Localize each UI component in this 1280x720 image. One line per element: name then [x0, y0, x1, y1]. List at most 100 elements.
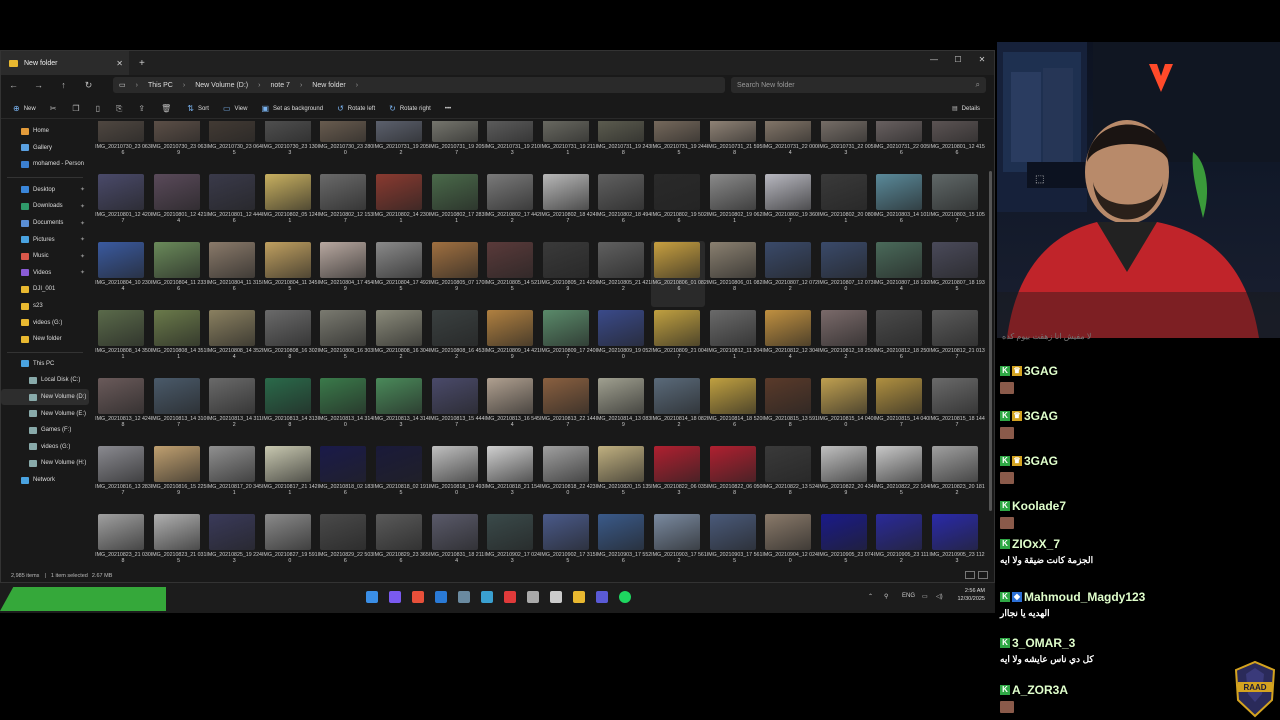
file-item[interactable]: IMG_20210805_07 1709 — [429, 241, 484, 307]
file-item[interactable]: IMG_20210827_19 5910 — [262, 513, 318, 569]
file-item[interactable]: IMG_20210804_11 3156 — [206, 241, 262, 307]
network-icon[interactable]: ▭ — [922, 593, 928, 600]
file-item[interactable]: IMG_20210809_19 0520 — [595, 309, 651, 375]
file-item[interactable]: IMG_20210823_21 0315 — [151, 513, 206, 569]
file-item[interactable]: IMG_20210730_23 0636 — [95, 121, 151, 171]
file-item[interactable]: IMG_20210829_23 3656 — [373, 513, 429, 569]
rotate-right-button[interactable]: ↻ Rotate right — [389, 104, 431, 113]
paste-icon[interactable]: ▯ — [96, 104, 100, 113]
file-item[interactable]: IMG_20210803_14 1016 — [873, 173, 929, 239]
file-item[interactable]: IMG_20210903_17 5612 — [651, 513, 707, 569]
rename-icon[interactable]: ⎘ — [116, 104, 122, 114]
file-item[interactable]: IMG_20210905_23 0745 — [818, 513, 874, 569]
share-icon[interactable]: ⇪ — [138, 104, 145, 113]
file-item[interactable]: IMG_20210802_14 2301 — [373, 173, 429, 239]
file-item[interactable]: IMG_20210730_23 1303 — [262, 121, 318, 171]
clock[interactable]: 2:56 AM 12/30/2025 — [957, 587, 985, 603]
file-item[interactable]: IMG_20210902_17 0243 — [484, 513, 540, 569]
nav-item[interactable]: Downloads ✦ — [1, 198, 89, 214]
file-item[interactable]: IMG_20210813_16 5454 — [484, 377, 540, 443]
file-item[interactable]: IMG_20210731_19 2445 — [651, 121, 707, 171]
chrome-icon[interactable] — [412, 591, 424, 603]
app-icon-2[interactable] — [527, 591, 539, 603]
file-item[interactable]: IMG_20210731_19 2438 — [595, 121, 651, 171]
file-item[interactable]: IMG_20210731_22 0056 — [873, 121, 929, 171]
forward-button[interactable]: → — [26, 80, 51, 90]
nav-item[interactable]: New Volume (H:) — [1, 455, 89, 471]
file-item[interactable]: IMG_20210904_12 0240 — [762, 513, 818, 569]
file-item[interactable]: IMG_20210815_13 5918 — [762, 377, 818, 443]
file-item[interactable]: IMG_20210804_10 2304 — [95, 241, 151, 307]
file-item[interactable]: IMG_20210813_14 3107 — [151, 377, 206, 443]
file-item[interactable]: IMG_20210815_18 1447 — [929, 377, 985, 443]
rotate-left-button[interactable]: ↺ Rotate left — [337, 104, 375, 113]
nav-item[interactable]: Home — [1, 123, 89, 139]
file-item[interactable]: IMG_20210808_16 4532 — [429, 309, 484, 375]
file-item[interactable]: IMG_20210802_19 3607 — [762, 173, 818, 239]
file-item[interactable]: IMG_20210731_19 2111 — [540, 121, 595, 171]
nav-item[interactable]: videos (G:) — [1, 439, 89, 455]
file-item[interactable]: IMG_20210812_18 2502 — [818, 309, 874, 375]
nav-item[interactable]: Desktop ✦ — [1, 182, 89, 198]
set-background-button[interactable]: ▣ Set as background — [261, 104, 323, 113]
file-item[interactable]: IMG_20210805_14 5215 — [484, 241, 540, 307]
file-item[interactable]: IMG_20210807_18 1924 — [873, 241, 929, 307]
nav-item[interactable]: Network — [1, 472, 89, 488]
folder-icon[interactable] — [573, 591, 585, 603]
app-icon[interactable] — [458, 591, 470, 603]
new-button[interactable]: ⊕ New — [13, 104, 36, 113]
file-item[interactable]: IMG_20210822_06 0508 — [707, 445, 762, 511]
chat-username[interactable]: 3_OMAR_3 — [1012, 636, 1075, 650]
file-item[interactable]: IMG_20210814_18 0822 — [651, 377, 707, 443]
file-item[interactable]: IMG_20210802_05 1241 — [262, 173, 318, 239]
file-item[interactable]: IMG_20210818_19 4930 — [429, 445, 484, 511]
app-tray-icon[interactable]: ⚲ — [884, 593, 888, 600]
file-item[interactable]: IMG_20210807_18 1935 — [929, 241, 985, 307]
file-item[interactable]: IMG_20210815_14 0407 — [873, 377, 929, 443]
file-item[interactable]: IMG_20210801_12 4214 — [151, 173, 206, 239]
more-options-button[interactable]: ••• — [445, 106, 451, 112]
spotify-icon[interactable] — [619, 591, 631, 603]
nav-item[interactable]: mohamed - Person — [1, 156, 89, 172]
file-item[interactable]: IMG_20210823_20 1812 — [929, 445, 985, 511]
file-item[interactable]: IMG_20210905_23 1112 — [873, 513, 929, 569]
nav-item[interactable]: Gallery — [1, 140, 89, 156]
file-item[interactable]: IMG_20210806_01 0826 — [651, 241, 707, 307]
file-item[interactable]: IMG_20210801_12 4446 — [206, 173, 262, 239]
file-item[interactable]: IMG_20210731_21 5958 — [707, 121, 762, 171]
file-item[interactable]: IMG_20210801_12 4156 — [929, 121, 985, 171]
file-item[interactable]: IMG_20210902_17 3155 — [540, 513, 596, 569]
teams-icon[interactable] — [596, 591, 608, 603]
file-item[interactable]: IMG_20210816_13 2837 — [95, 445, 151, 511]
nav-item[interactable]: DJI_001 — [1, 281, 89, 297]
breadcrumb-volume-d[interactable]: New Volume (D:) — [195, 82, 248, 89]
file-item[interactable]: IMG_20210813_14 3140 — [317, 377, 373, 443]
nav-item[interactable]: Local Disk (C:) — [1, 372, 89, 388]
file-item[interactable]: IMG_20210822_06 0353 — [651, 445, 707, 511]
file-item[interactable]: IMG_20210903_17 5615 — [707, 513, 762, 569]
edge-icon[interactable] — [481, 591, 493, 603]
search-input[interactable]: Search New folder ⌕ — [731, 77, 986, 93]
chat-username[interactable]: 3GAG — [1024, 409, 1058, 423]
file-item[interactable]: IMG_20210805_21 4212 — [595, 241, 651, 307]
file-item[interactable]: IMG_20210829_22 5036 — [317, 513, 373, 569]
file-item[interactable]: IMG_20210814_13 0839 — [595, 377, 651, 443]
file-item[interactable]: IMG_20210818_22 4230 — [540, 445, 596, 511]
file-item[interactable]: IMG_20210820_15 1355 — [595, 445, 651, 511]
nav-item[interactable]: s23 — [1, 298, 89, 314]
language-indicator[interactable]: ENG — [902, 593, 915, 599]
up-button[interactable]: ↑ — [51, 80, 76, 90]
file-item[interactable]: IMG_20210802_19 5026 — [651, 173, 707, 239]
file-item[interactable]: IMG_20210802_19 0621 — [707, 173, 762, 239]
file-item[interactable]: IMG_20210731_19 2057 — [429, 121, 484, 171]
nav-item[interactable]: New Volume (E:) — [1, 406, 89, 422]
nav-item[interactable]: This PC — [1, 356, 89, 372]
record-icon[interactable] — [504, 591, 516, 603]
file-item[interactable]: IMG_20210805_21 4209 — [540, 241, 596, 307]
file-item[interactable]: IMG_20210802_20 0801 — [818, 173, 874, 239]
chat-username[interactable]: 3GAG — [1024, 454, 1058, 468]
delete-icon[interactable]: 🗑 — [161, 104, 171, 113]
back-button[interactable]: ← — [1, 80, 26, 90]
scrollbar[interactable] — [989, 171, 992, 511]
minimize-button[interactable]: — — [922, 51, 946, 69]
